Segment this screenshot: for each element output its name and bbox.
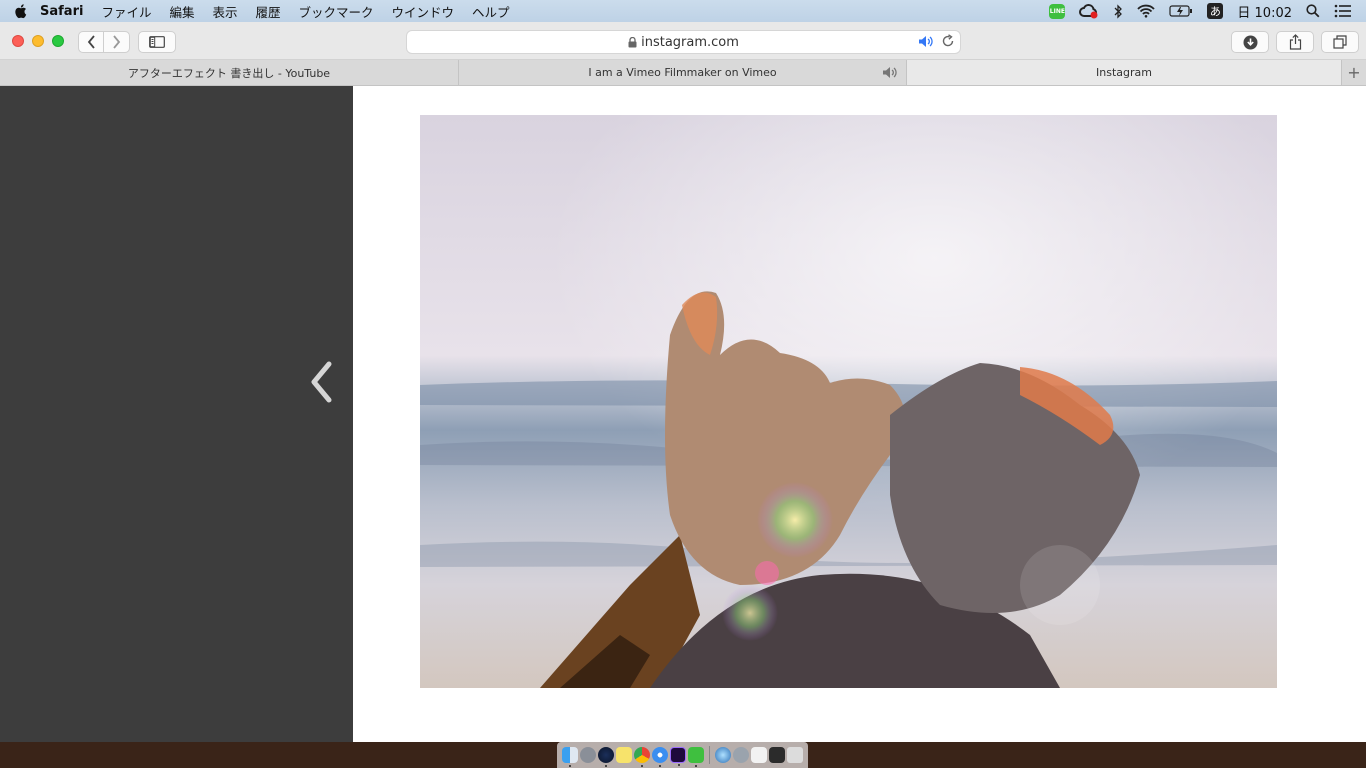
fullscreen-window-button[interactable]: [52, 35, 64, 47]
document-icon[interactable]: [751, 747, 767, 763]
finder-icon[interactable]: [562, 747, 578, 767]
dock-separator: [709, 746, 710, 764]
menu-history[interactable]: 履歴: [255, 2, 280, 21]
safari-icon[interactable]: [652, 747, 668, 767]
forward-button[interactable]: [104, 32, 129, 52]
chrome-icon[interactable]: [634, 747, 650, 767]
tab-instagram[interactable]: Instagram: [907, 60, 1342, 85]
spotlight-icon[interactable]: [1306, 4, 1320, 18]
menu-edit[interactable]: 編集: [169, 2, 194, 21]
back-icon: [87, 35, 95, 49]
tab-title: Instagram: [1096, 66, 1152, 79]
browser-toolbar: instagram.com: [0, 22, 1366, 60]
status-area: LINE あ 日 10:02: [1049, 2, 1366, 21]
chevron-left-icon[interactable]: [305, 358, 337, 410]
tab-title: I am a Vimeo Filmmaker on Vimeo: [588, 66, 777, 79]
line-app-icon[interactable]: [688, 747, 704, 767]
reload-icon[interactable]: [941, 34, 955, 52]
post-photo[interactable]: [420, 115, 1277, 688]
system-preferences-icon[interactable]: [733, 747, 749, 763]
tab-audio-icon[interactable]: [882, 66, 898, 82]
launchpad-icon[interactable]: [580, 747, 596, 763]
story-backdrop: [0, 86, 353, 742]
minimize-window-button[interactable]: [32, 35, 44, 47]
address-bar[interactable]: instagram.com: [406, 30, 961, 54]
lock-icon: [628, 36, 637, 48]
menu-bookmarks[interactable]: ブックマーク: [299, 2, 374, 21]
input-method-icon[interactable]: あ: [1207, 3, 1224, 19]
tab-youtube[interactable]: アフターエフェクト 書き出し - YouTube: [0, 60, 459, 85]
bluetooth-icon[interactable]: [1113, 3, 1123, 19]
sidebar-icon: [149, 36, 165, 48]
trash-icon[interactable]: [787, 747, 803, 763]
terminal-icon[interactable]: [769, 747, 785, 763]
tabs-icon: [1333, 35, 1347, 49]
share-icon: [1289, 34, 1301, 50]
notification-center-icon[interactable]: [1334, 4, 1352, 18]
tab-title: アフターエフェクト 書き出し - YouTube: [127, 66, 331, 80]
line-icon[interactable]: LINE: [1049, 3, 1066, 19]
wifi-icon[interactable]: [1137, 4, 1156, 18]
post-viewer: [353, 86, 1366, 742]
safari-alt-icon[interactable]: [598, 747, 614, 767]
menu-view[interactable]: 表示: [212, 2, 237, 21]
after-effects-icon[interactable]: [670, 747, 686, 766]
url-text: instagram.com: [641, 34, 739, 50]
forward-icon: [113, 35, 121, 49]
download-icon: [1243, 35, 1257, 49]
downloads-button[interactable]: [1231, 31, 1269, 53]
nav-buttons: [78, 31, 130, 53]
notes-icon[interactable]: [616, 747, 632, 763]
page-content: [0, 86, 1366, 742]
clock[interactable]: 日 10:02: [1237, 2, 1292, 21]
share-button[interactable]: [1276, 31, 1314, 53]
tab-overview-button[interactable]: [1321, 31, 1359, 53]
speaker-icon[interactable]: [918, 35, 934, 52]
back-button[interactable]: [79, 32, 105, 52]
battery-icon[interactable]: [1169, 4, 1193, 18]
apple-icon[interactable]: [0, 3, 40, 19]
photo-illustration: [420, 115, 1277, 688]
preview-icon[interactable]: [715, 747, 731, 763]
menu-file[interactable]: ファイル: [101, 2, 151, 21]
menu-window[interactable]: ウインドウ: [392, 2, 455, 21]
tab-vimeo[interactable]: I am a Vimeo Filmmaker on Vimeo: [459, 60, 907, 85]
tab-bar: アフターエフェクト 書き出し - YouTube I am a Vimeo Fi…: [0, 60, 1366, 86]
new-tab-button[interactable]: +: [1342, 60, 1366, 85]
close-window-button[interactable]: [12, 35, 24, 47]
sidebar-button[interactable]: [138, 31, 176, 53]
creative-cloud-icon[interactable]: [1079, 3, 1099, 19]
menu-bar: Safari ファイル 編集 表示 履歴 ブックマーク ウインドウ ヘルプ LI…: [0, 0, 1366, 22]
menu-app-name[interactable]: Safari: [40, 4, 83, 19]
menu-help[interactable]: ヘルプ: [472, 2, 510, 21]
dock: [557, 742, 808, 768]
window-controls: [12, 35, 64, 47]
browser-window: instagram.com アフターエフェクト 書き出し - YouTube I…: [0, 22, 1366, 742]
